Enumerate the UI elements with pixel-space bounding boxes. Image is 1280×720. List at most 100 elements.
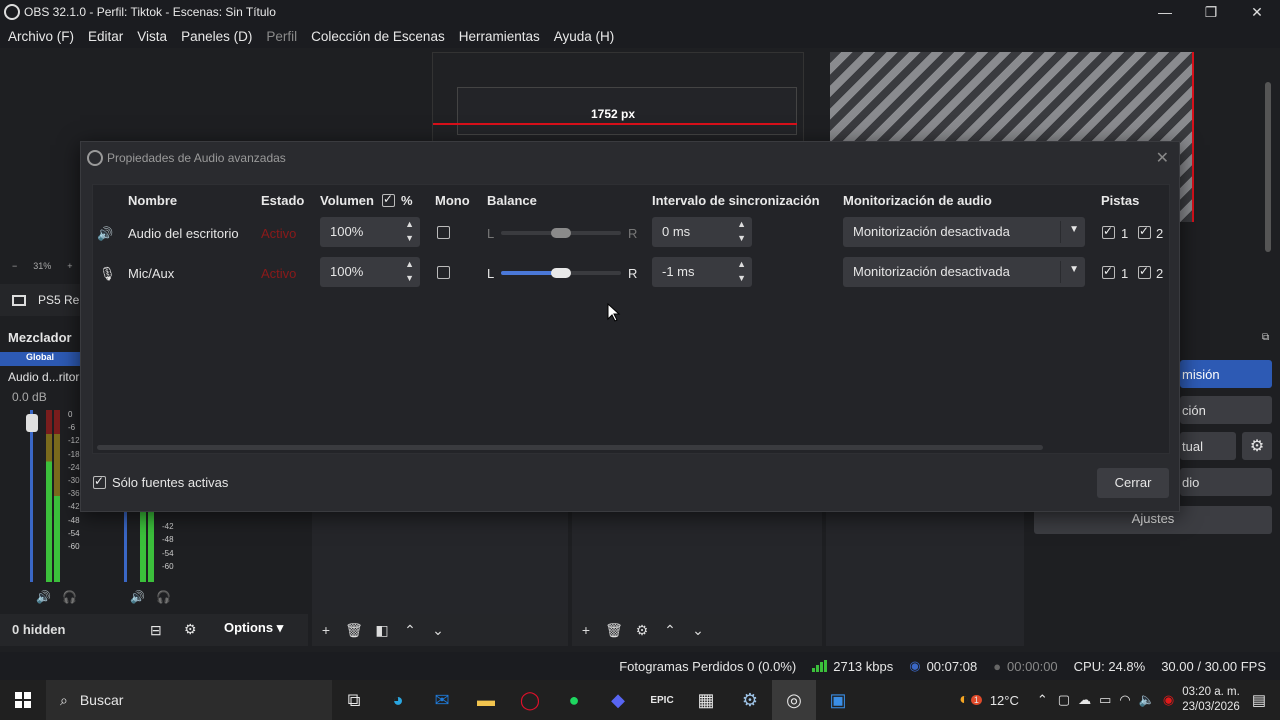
- sync-offset-spinbox[interactable]: 0 ms ▲ ▼: [652, 217, 752, 247]
- zoom-out-icon[interactable]: −: [12, 261, 17, 271]
- trash-icon[interactable]: 🗑: [600, 622, 628, 639]
- menu-archivo[interactable]: Archivo (F): [8, 29, 74, 44]
- headphones-icon[interactable]: 🎧: [62, 590, 77, 604]
- taskbar-search[interactable]: ⌕ Buscar: [46, 680, 332, 720]
- tray-overflow-icon[interactable]: ⌃: [1037, 692, 1048, 708]
- microsoft-store-icon[interactable]: ▦: [684, 680, 728, 720]
- options-button[interactable]: Options ▾: [224, 620, 283, 636]
- steam-icon[interactable]: ⚙: [728, 680, 772, 720]
- epic-games-icon[interactable]: EPIC: [640, 680, 684, 720]
- mono-checkbox[interactable]: [437, 226, 450, 239]
- sync-offset-spinbox[interactable]: -1 ms ▲ ▼: [652, 257, 752, 287]
- start-streaming-button[interactable]: misión: [1180, 360, 1272, 388]
- balance-slider-handle[interactable]: [551, 268, 571, 278]
- menu-perfil[interactable]: Perfil: [266, 29, 297, 44]
- volume-fader-track[interactable]: [30, 410, 33, 582]
- edge-icon[interactable]: ◕: [376, 680, 420, 720]
- mixer-title: Mezclador: [8, 330, 72, 345]
- only-active-sources-option[interactable]: Sólo fuentes activas: [93, 474, 228, 490]
- close-dialog-button[interactable]: Cerrar: [1097, 468, 1169, 498]
- menu-ayuda[interactable]: Ayuda (H): [554, 29, 615, 44]
- obs-taskbar-icon[interactable]: ◎: [772, 680, 816, 720]
- add-icon[interactable]: +: [572, 622, 600, 638]
- level-meter-left: [46, 410, 52, 582]
- menu-herramientas[interactable]: Herramientas: [459, 29, 540, 44]
- headphones-icon[interactable]: 🎧: [156, 590, 171, 604]
- task-view-icon[interactable]: ⧉: [332, 680, 376, 720]
- discord-icon[interactable]: ◆: [596, 680, 640, 720]
- track-2-checkbox[interactable]: [1138, 264, 1151, 279]
- table-horizontal-scrollbar[interactable]: [97, 445, 1043, 450]
- scene-item[interactable]: PS5 Re: [0, 284, 82, 316]
- file-explorer-icon[interactable]: ▬: [464, 680, 508, 720]
- menu-coleccion-escenas[interactable]: Colección de Escenas: [311, 29, 445, 44]
- meter-scale: 0 -6 -12 -18 -24 -30 -36 -42 -48 -54 -60: [68, 410, 80, 552]
- zoom-in-icon[interactable]: +: [67, 261, 72, 271]
- move-up-icon[interactable]: ⌃: [656, 622, 684, 639]
- clock[interactable]: 03:20 a. m. 23/03/2026: [1182, 685, 1240, 715]
- volume-spinbox[interactable]: 100% ▲ ▼: [320, 257, 420, 287]
- balance-slider-handle[interactable]: [551, 228, 571, 238]
- track-2-checkbox[interactable]: [1138, 224, 1151, 239]
- volume-fader-handle[interactable]: [26, 414, 38, 432]
- balance-right-label: R: [628, 266, 638, 281]
- onedrive-icon[interactable]: ☁: [1078, 692, 1091, 708]
- obs-tray-icon[interactable]: ◉: [1163, 692, 1174, 708]
- layout-icon[interactable]: ⊟: [150, 622, 162, 639]
- start-button[interactable]: [0, 680, 46, 720]
- spotify-icon[interactable]: ●: [552, 680, 596, 720]
- volume-spinbox[interactable]: 100% ▲ ▼: [320, 217, 420, 247]
- move-down-icon[interactable]: ⌄: [424, 622, 452, 639]
- menu-editar[interactable]: Editar: [88, 29, 123, 44]
- track-1-checkbox[interactable]: [1102, 224, 1115, 239]
- mixer-global-tab[interactable]: Global: [0, 352, 80, 366]
- speaker-icon[interactable]: 🔊: [130, 590, 145, 604]
- preview-canvas[interactable]: 1752 px: [432, 52, 804, 142]
- track-1-checkbox[interactable]: [1102, 264, 1115, 279]
- monitoring-dropdown[interactable]: Monitorización desactivada ▼: [843, 257, 1085, 287]
- source-status: Activo: [261, 226, 297, 241]
- start-recording-button[interactable]: ción: [1180, 396, 1272, 424]
- battery-icon[interactable]: ▭: [1099, 692, 1111, 708]
- opera-icon[interactable]: ◯: [508, 680, 552, 720]
- mono-checkbox[interactable]: [437, 266, 450, 279]
- notifications-icon[interactable]: ▤: [1252, 691, 1266, 709]
- move-down-icon[interactable]: ⌄: [684, 622, 712, 639]
- menu-paneles[interactable]: Paneles (D): [181, 29, 252, 44]
- move-up-icon[interactable]: ⌃: [396, 622, 424, 639]
- remote-app-icon[interactable]: ▣: [816, 680, 860, 720]
- outlook-icon[interactable]: ✉: [420, 680, 464, 720]
- gear-icon[interactable]: ⚙: [628, 622, 656, 639]
- source-status: Activo: [261, 266, 297, 281]
- tray-app-icon[interactable]: ▢: [1058, 692, 1070, 708]
- weather-icon[interactable]: ◐: [959, 691, 969, 709]
- volume-icon[interactable]: 🔈: [1139, 692, 1155, 708]
- only-active-checkbox[interactable]: [93, 474, 106, 489]
- system-tray: ◐ 1 12°C ⌃ ▢ ☁ ▭ ◠ 🔈 ◉ 03:20 a. m. 23/03…: [959, 680, 1280, 720]
- minimize-button[interactable]: —: [1142, 0, 1188, 24]
- maximize-button[interactable]: ❐: [1188, 0, 1234, 24]
- properties-icon[interactable]: ◧: [368, 622, 396, 639]
- preview-scrollbar[interactable]: [1262, 52, 1274, 262]
- zoom-row: − 31% +: [0, 258, 90, 274]
- speaker-icon[interactable]: 🔊: [36, 590, 51, 604]
- wifi-icon[interactable]: ◠: [1119, 692, 1130, 708]
- volume-percent-checkbox[interactable]: [382, 192, 395, 207]
- dialog-close-icon[interactable]: ✕: [1156, 148, 1169, 168]
- source-name: Mic/Aux: [128, 266, 175, 281]
- virtual-camera-settings-icon[interactable]: ⚙: [1242, 432, 1272, 460]
- clock-time: 03:20 a. m.: [1182, 686, 1240, 698]
- add-icon[interactable]: +: [312, 622, 340, 638]
- weather-temp[interactable]: 12°C: [990, 693, 1019, 708]
- zoom-value: 31%: [33, 261, 52, 271]
- trash-icon[interactable]: 🗑: [340, 622, 368, 639]
- track-2-label: 2: [1156, 226, 1164, 241]
- gear-icon[interactable]: ⚙: [184, 621, 197, 638]
- mixer-db-value: 0.0 dB: [12, 390, 47, 404]
- virtual-camera-button[interactable]: tual: [1180, 432, 1236, 460]
- close-button[interactable]: ✕: [1234, 0, 1280, 24]
- menu-vista[interactable]: Vista: [137, 29, 167, 44]
- monitoring-dropdown[interactable]: Monitorización desactivada ▼: [843, 217, 1085, 247]
- studio-mode-button[interactable]: dio: [1180, 468, 1272, 496]
- undock-icon[interactable]: ⧉: [1262, 332, 1269, 343]
